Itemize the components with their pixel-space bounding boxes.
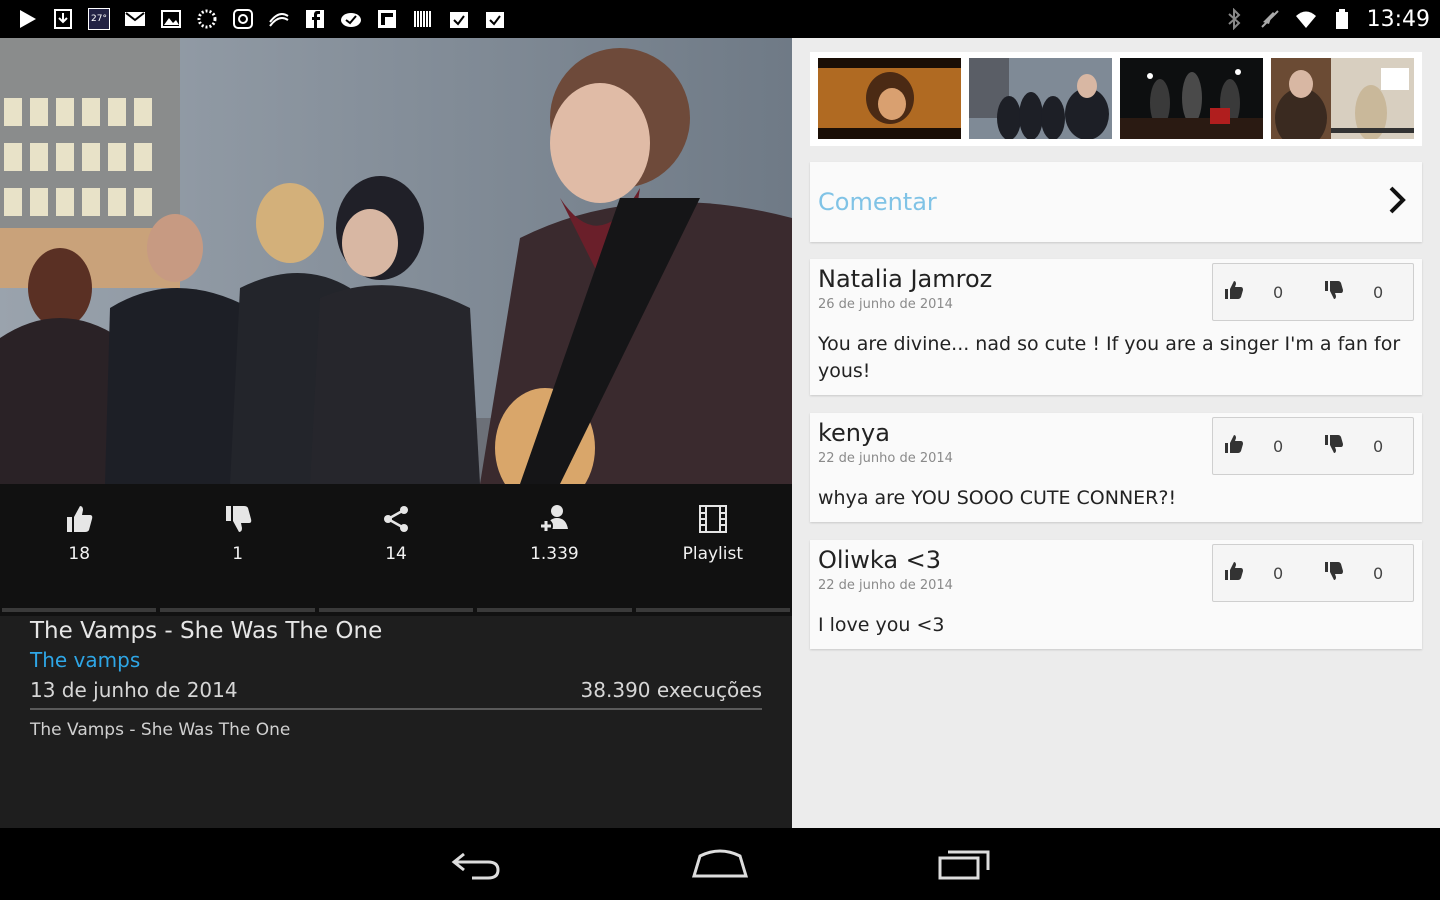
comment-card: Natalia Jamroz 26 de junho de 2014 0 0 Y… [810,259,1422,395]
home-button[interactable] [690,846,750,882]
thumbs-down-icon [1323,560,1345,586]
film-icon [696,502,730,536]
playlist-label: Playlist [682,544,744,564]
comment-date: 22 de junho de 2014 [818,578,953,593]
thumbs-up-icon [1223,433,1245,459]
follower-count: 1.339 [530,544,579,564]
download-icon [52,8,74,30]
video-info: The Vamps - She Was The One The vamps 13… [0,616,792,828]
share-button[interactable]: 14 [317,484,475,616]
instagram-icon [232,8,254,30]
loading-icon [196,8,218,30]
add-comment-button[interactable]: Comentar [810,162,1422,242]
share-count: 14 [385,544,407,564]
comment-like-button[interactable]: 0 [1213,560,1313,586]
task-icon [448,8,470,30]
thumbs-up-icon [62,502,96,536]
thumbs-up-icon [1223,279,1245,305]
comment-dislike-button[interactable]: 0 [1313,279,1413,305]
add-user-icon [537,502,571,536]
artist-link[interactable]: The vamps [30,648,762,672]
mute-icon [1259,8,1281,30]
barcode-icon [412,8,434,30]
comments-pane: Comentar Natalia Jamroz 26 de junho de 2… [792,38,1440,828]
thumbs-down-icon [221,502,255,536]
bluetooth-icon [1223,8,1245,30]
video-description: The Vamps - She Was The One [30,720,291,740]
dislike-count: 1 [232,544,244,564]
comment-card: kenya 22 de junho de 2014 0 0 whya are Y… [810,413,1422,522]
comment-like-button[interactable]: 0 [1213,433,1313,459]
wifi-icon [1295,8,1317,30]
comment-text: You are divine... nad so cute ! If you a… [818,333,1401,382]
comment-like-button[interactable]: 0 [1213,279,1313,305]
comment-text: whya are YOU SOOO CUTE CONNER?! [818,487,1177,509]
back-icon [446,852,506,886]
publish-date: 13 de junho de 2014 [30,678,238,702]
like-count: 18 [68,544,91,564]
status-bar: 27° 13:49 [0,0,1440,38]
home-icon [690,849,750,886]
comment-dislike-count: 0 [1373,563,1384,583]
video-actions-bar: 18 1 14 1.339 Playlist [0,484,792,616]
facebook-icon [304,8,326,30]
gallery-icon [160,8,182,30]
chevron-right-icon [1386,185,1408,219]
gmail-icon [124,8,146,30]
clock: 13:49 [1366,6,1430,32]
comment-dislike-button[interactable]: 0 [1313,560,1413,586]
system-nav-bar [0,828,1440,900]
thumbs-down-icon [1323,433,1345,459]
weather-icon: 27° [88,8,110,30]
related-videos [810,52,1422,146]
play-icon [16,8,38,30]
recents-button[interactable] [934,846,994,882]
related-video-thumbnail[interactable] [1120,58,1263,139]
comment-author[interactable]: kenya [818,419,890,447]
comment-author[interactable]: Natalia Jamroz [818,265,992,293]
battery-icon [1331,8,1353,30]
related-video-thumbnail[interactable] [818,58,961,139]
video-meta: 13 de junho de 2014 38.390 execuções [30,678,762,710]
recents-icon [934,850,994,886]
comment-dislike-count: 0 [1373,436,1384,456]
comment-date: 26 de junho de 2014 [818,297,953,312]
comment-text: I love you <3 [818,614,945,636]
comment-votes: 0 0 [1212,544,1414,602]
comment-votes: 0 0 [1212,417,1414,475]
app-icon [268,8,290,30]
comment-like-count: 0 [1273,563,1284,583]
task-icon [484,8,506,30]
comment-votes: 0 0 [1212,263,1414,321]
add-comment-label: Comentar [818,188,937,216]
thumbs-up-icon [1223,560,1245,586]
dislike-button[interactable]: 1 [158,484,316,616]
check-icon [340,8,362,30]
comment-like-count: 0 [1273,282,1284,302]
comment-dislike-button[interactable]: 0 [1313,433,1413,459]
comment-card: Oliwka <3 22 de junho de 2014 0 0 I love… [810,540,1422,649]
related-video-thumbnail[interactable] [969,58,1112,139]
playlist-button[interactable]: Playlist [634,484,792,616]
video-title: The Vamps - She Was The One [30,618,383,644]
video-player[interactable] [0,38,792,484]
comment-dislike-count: 0 [1373,282,1384,302]
share-icon [379,502,413,536]
like-button[interactable]: 18 [0,484,158,616]
comment-author[interactable]: Oliwka <3 [818,546,941,574]
back-button[interactable] [446,846,506,882]
comment-like-count: 0 [1273,436,1284,456]
follow-button[interactable]: 1.339 [475,484,633,616]
comment-date: 22 de junho de 2014 [818,451,953,466]
related-video-thumbnail[interactable] [1271,58,1414,139]
video-pane: 18 1 14 1.339 Playlist The Vamps - She W… [0,38,792,828]
play-count: 38.390 execuções [580,678,762,702]
flipboard-icon [376,8,398,30]
thumbs-down-icon [1323,279,1345,305]
